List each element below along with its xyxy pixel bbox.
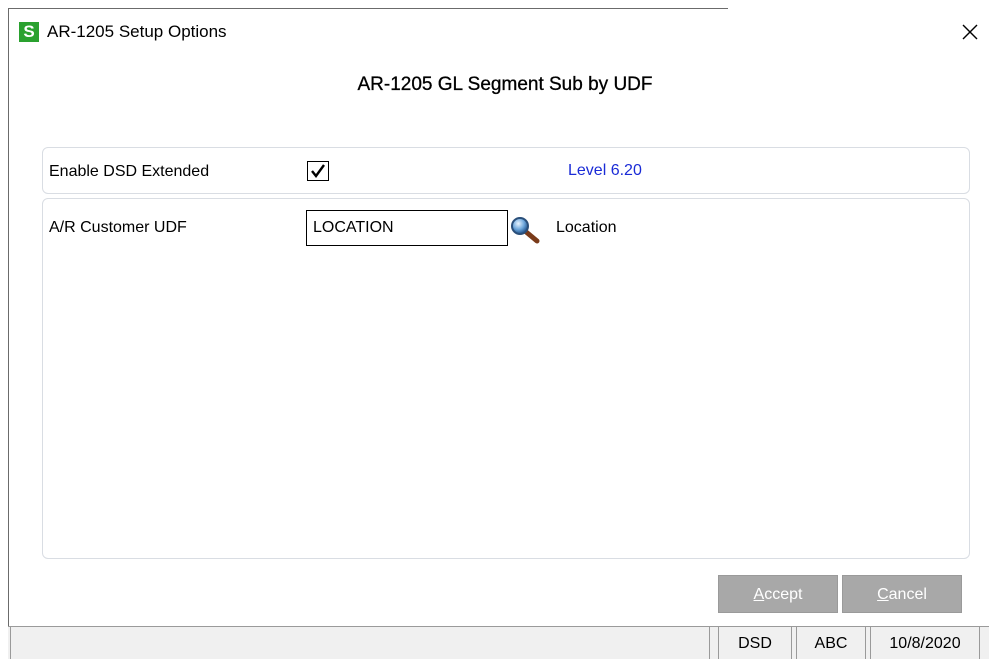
ar-customer-udf-input[interactable] bbox=[306, 210, 508, 246]
cancel-label: ancel bbox=[888, 586, 927, 603]
form-heading: AR-1205 GL Segment Sub by UDF bbox=[357, 74, 653, 95]
app-icon: S bbox=[19, 22, 39, 42]
window-title: AR-1205 Setup Options bbox=[47, 22, 227, 41]
level-text: Level 6.20 bbox=[568, 162, 642, 179]
udf-description: Location bbox=[556, 219, 617, 236]
udf-panel bbox=[42, 198, 970, 559]
setup-options-window: S AR-1205 Setup Options AR-1205 GL Segme… bbox=[0, 0, 989, 659]
accept-label: ccept bbox=[764, 586, 803, 603]
status-message bbox=[10, 627, 710, 659]
accept-button[interactable]: Accept bbox=[718, 575, 838, 613]
enable-dsd-checkbox[interactable] bbox=[307, 161, 329, 181]
status-date: 10/8/2020 bbox=[870, 627, 980, 659]
magnifier-icon bbox=[511, 217, 540, 244]
status-module: DSD bbox=[718, 627, 792, 659]
close-icon bbox=[962, 24, 978, 40]
close-button[interactable] bbox=[955, 18, 985, 46]
accept-hotkey: A bbox=[753, 586, 765, 603]
status-company: ABC bbox=[796, 627, 866, 659]
checkmark-icon bbox=[311, 164, 325, 178]
cancel-hotkey: C bbox=[877, 586, 889, 603]
status-bar: DSD ABC 10/8/2020 bbox=[8, 626, 989, 659]
ar-customer-udf-label: A/R Customer UDF bbox=[49, 219, 187, 236]
enable-dsd-label: Enable DSD Extended bbox=[49, 163, 210, 180]
cancel-button[interactable]: Cancel bbox=[842, 575, 962, 613]
udf-lookup-button[interactable] bbox=[510, 216, 542, 244]
window-left-border bbox=[8, 8, 9, 658]
title-bar[interactable]: S AR-1205 Setup Options bbox=[9, 9, 989, 57]
